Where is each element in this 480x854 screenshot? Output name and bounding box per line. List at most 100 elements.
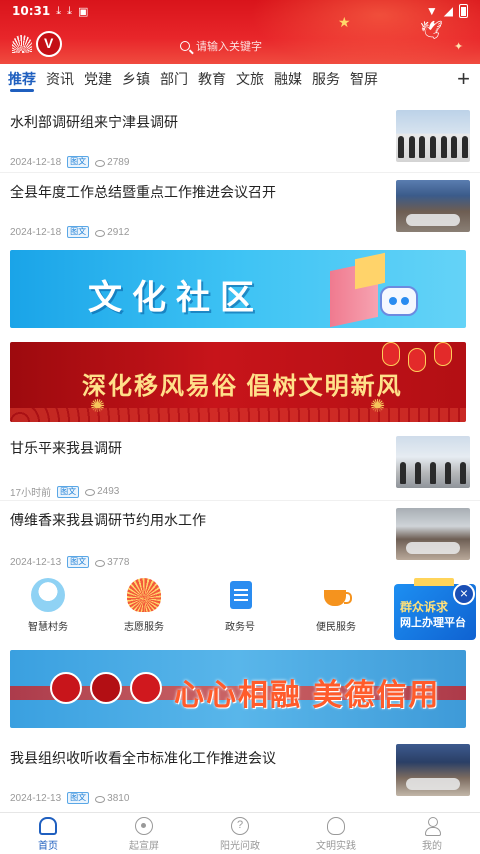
government-account-button[interactable]: 政务号 — [202, 578, 278, 633]
emblem-icon: ★ — [338, 14, 351, 30]
nav-home[interactable]: 首页 — [0, 817, 96, 852]
tab-news[interactable]: 资讯 — [46, 64, 74, 94]
banner-title: 文化社区 — [88, 279, 264, 317]
volunteer-icon — [127, 578, 161, 612]
nav-sunshine-inquiry[interactable]: ? 阳光问政 — [192, 817, 288, 852]
news-date: 2024-12-18 — [10, 226, 62, 238]
ad-decoration — [414, 578, 454, 586]
tab-smart-screen[interactable]: 智屏 — [350, 64, 378, 94]
add-tab-button[interactable]: + — [457, 66, 470, 92]
tab-departments[interactable]: 部门 — [160, 64, 188, 94]
notification-icon: ▣ — [77, 5, 89, 18]
service-shortcuts: 智慧村务 志愿服务 政务号 便民服务 — [0, 578, 390, 642]
service-label: 智慧村务 — [28, 622, 68, 633]
list-item[interactable]: 甘乐平来我县调研 17小时前 图文 2493 — [10, 436, 470, 499]
news-tag: 图文 — [67, 226, 90, 238]
download-icon-2: ⤓ — [67, 4, 72, 17]
views-icon — [85, 489, 96, 496]
news-meta: 2024-12-18 图文 2912 — [10, 226, 129, 238]
news-tag: 图文 — [67, 156, 90, 168]
nav-label: 我的 — [422, 841, 442, 852]
list-item[interactable]: 水利部调研组来宁津县调研 2024-12-18 图文 2789 — [10, 110, 470, 168]
banner-title: 深化移风易俗 倡树文明新风 — [82, 373, 403, 400]
news-title: 水利部调研组来宁津县调研 — [10, 114, 178, 130]
views-icon — [95, 559, 106, 567]
search-placeholder: 请输入关键字 — [196, 41, 262, 53]
v-logo-icon — [36, 31, 62, 57]
status-time: 10:31 — [12, 4, 51, 18]
service-label: 便民服务 — [316, 622, 356, 633]
wifi-icon: ▼ — [425, 4, 438, 18]
list-item[interactable]: 傅维香来我县调研节约用水工作 2024-12-13 图文 3778 — [10, 508, 470, 568]
fan-logo-icon — [12, 35, 32, 53]
news-thumbnail — [396, 110, 470, 162]
news-tag: 图文 — [57, 485, 80, 498]
dove-icon: 🕊 — [420, 20, 443, 40]
app-logo — [12, 31, 62, 57]
news-thumbnail — [396, 508, 470, 560]
search-icon — [180, 41, 190, 51]
culture-community-banner[interactable]: 文化社区 — [10, 250, 466, 328]
ad-line2: 网上办理平台 — [400, 617, 466, 629]
coffee-cup-icon — [319, 578, 353, 612]
news-tag: 图文 — [67, 792, 90, 804]
news-views: 2912 — [107, 226, 130, 238]
news-title: 甘乐平来我县调研 — [10, 440, 122, 456]
views-icon — [95, 795, 106, 803]
tab-education[interactable]: 教育 — [198, 64, 226, 94]
signal-icon: ◢ — [443, 4, 453, 18]
tab-media[interactable]: 融媒 — [274, 64, 302, 94]
news-tag: 图文 — [67, 556, 90, 568]
list-item[interactable]: 全县年度工作总结暨重点工作推进会议召开 2024-12-18 图文 2912 — [10, 180, 470, 238]
customs-reform-banner[interactable]: ✺ ✺ 深化移风易俗 倡树文明新风 — [10, 342, 466, 422]
banner-title: 心心相融 美德信用 — [174, 679, 441, 712]
nav-civilization-practice[interactable]: 文明实践 — [288, 817, 384, 852]
status-bar: 10:31 ⤓ ⤓ ▣ ▼ ◢ — [0, 0, 480, 22]
divider — [0, 500, 480, 501]
news-views: 3810 — [107, 792, 130, 804]
smart-village-button[interactable]: 智慧村务 — [10, 578, 86, 633]
views-icon — [95, 229, 106, 237]
nav-label: 首页 — [38, 841, 58, 852]
tab-party[interactable]: 党建 — [84, 64, 112, 94]
ad-line1: 群众诉求 — [400, 600, 449, 614]
news-thumbnail — [396, 744, 470, 796]
service-label: 政务号 — [225, 622, 255, 633]
search-bar[interactable]: 请输入关键字 — [180, 36, 380, 56]
news-date: 17小时前 — [10, 488, 52, 499]
robot-illustration — [380, 286, 418, 316]
news-title: 傅维香来我县调研节约用水工作 — [10, 512, 206, 528]
close-icon[interactable]: × — [453, 583, 475, 605]
tab-services[interactable]: 服务 — [312, 64, 340, 94]
news-thumbnail — [396, 436, 470, 488]
download-icon: ⤓ — [56, 4, 62, 17]
nav-profile[interactable]: 我的 — [384, 817, 480, 852]
tab-culture-tourism[interactable]: 文旅 — [236, 64, 264, 94]
question-icon: ? — [231, 817, 249, 835]
nav-label: 文明实践 — [316, 841, 356, 852]
tab-towns[interactable]: 乡镇 — [122, 64, 150, 94]
convenience-service-button[interactable]: 便民服务 — [298, 578, 374, 633]
home-icon — [39, 817, 57, 835]
nav-label: 阳光问政 — [220, 841, 260, 852]
news-meta: 17小时前 图文 2493 — [10, 484, 119, 499]
tree-icon — [327, 817, 345, 835]
nav-screen[interactable]: 起宣屏 — [96, 817, 192, 852]
news-meta: 2024-12-13 图文 3778 — [10, 556, 129, 568]
category-tabs: 推荐 资讯 党建 乡镇 部门 教育 文旅 融媒 服务 智屏 — [0, 64, 480, 94]
battery-icon — [459, 4, 468, 18]
tab-recommend[interactable]: 推荐 — [8, 64, 36, 94]
news-meta: 2024-12-18 图文 2789 — [10, 156, 129, 168]
nav-label: 起宣屏 — [129, 841, 159, 852]
emblem-icon — [90, 672, 122, 704]
list-item[interactable]: 我县组织收听收看全市标准化工作推进会议 2024-12-13 图文 3810 — [10, 744, 470, 804]
lantern-icon — [408, 348, 426, 372]
app-header: 10:31 ⤓ ⤓ ▣ ▼ ◢ ★ 请输入关键字 🕊 ✦ — [0, 0, 480, 64]
virtue-credit-banner[interactable]: 心心相融 美德信用 — [10, 650, 466, 728]
divider — [0, 172, 480, 173]
news-title: 我县组织收听收看全市标准化工作推进会议 — [10, 750, 276, 766]
news-views: 2493 — [97, 486, 120, 497]
volunteer-service-button[interactable]: 志愿服务 — [106, 578, 182, 633]
news-views: 3778 — [107, 556, 130, 568]
document-icon — [223, 578, 257, 612]
